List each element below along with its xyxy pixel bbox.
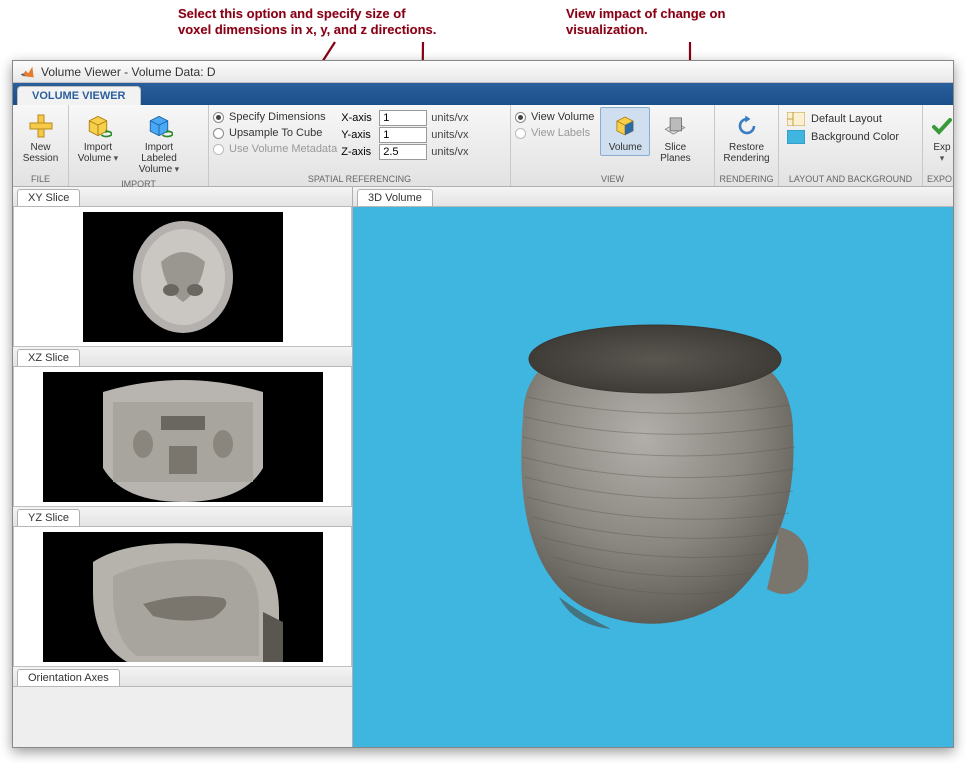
radio-label-view-labels: View Labels <box>531 127 590 139</box>
slice-planes-button[interactable]: Slice Planes <box>650 107 700 167</box>
background-color-label: Background Color <box>811 131 899 143</box>
import-labeled-label: Import Labeled Volume <box>126 142 192 175</box>
radio-view-volume[interactable]: View Volume <box>515 110 594 124</box>
ribbon-section-view: View Volume View Labels <box>511 105 715 186</box>
ribbon-section-rendering: Restore Rendering RENDERING <box>715 105 779 186</box>
section-label-rendering: RENDERING <box>719 173 774 185</box>
3d-volume-viewport[interactable] <box>353 207 953 747</box>
radio-label-specify-dims: Specify Dimensions <box>229 111 326 123</box>
new-session-label: New Session <box>23 142 59 164</box>
slice-planes-icon <box>659 110 691 142</box>
export-label: Exp <box>930 142 953 164</box>
check-icon <box>926 110 953 142</box>
annotation-specify-dims: Select this option and specify size of v… <box>178 6 518 39</box>
radio-dot-icon <box>515 128 526 139</box>
3d-head-volume <box>463 297 843 657</box>
cube-import-icon <box>82 110 114 142</box>
cube-labeled-icon <box>143 110 175 142</box>
xaxis-input[interactable] <box>379 110 427 126</box>
radio-label-metadata: Use Volume Metadata <box>229 143 337 155</box>
tab-xy-slice[interactable]: XY Slice <box>17 189 80 206</box>
xz-slice-image <box>43 372 323 502</box>
radio-label-view-volume: View Volume <box>531 111 594 123</box>
app-window: Volume Viewer - Volume Data: D VOLUME VI… <box>12 60 954 748</box>
ribbon-section-import: Import Volume Import Labeled Volume IMPO… <box>69 105 209 186</box>
radio-dot-icon <box>213 128 224 139</box>
ribbon-tab-bar: VOLUME VIEWER <box>13 83 953 105</box>
radio-dot-selected-icon <box>515 112 526 123</box>
volume-button[interactable]: Volume <box>600 107 650 156</box>
panel-yz-slice: YZ Slice <box>13 507 352 667</box>
panel-orientation-axes: Orientation Axes <box>13 667 352 687</box>
ribbon-section-spatial: Specify Dimensions Upsample To Cube Use … <box>209 105 511 186</box>
volume-button-label: Volume <box>609 142 642 153</box>
ribbon-section-export: Exp EXPO <box>923 105 953 186</box>
zaxis-unit: units/vx <box>431 146 468 158</box>
new-session-button[interactable]: New Session <box>17 107 64 167</box>
xy-slice-image <box>83 212 283 342</box>
import-volume-button[interactable]: Import Volume <box>73 107 123 178</box>
ribbon: New Session FILE Import Volu <box>13 105 953 187</box>
default-layout-button[interactable]: Default Layout <box>783 111 918 127</box>
volume-cube-icon <box>609 110 641 142</box>
section-label-view: VIEW <box>515 173 710 185</box>
section-label-import: IMPORT <box>73 178 204 189</box>
section-label-export: EXPO <box>927 173 949 185</box>
section-label-spatial: SPATIAL REFERENCING <box>213 173 506 185</box>
ribbon-section-file: New Session FILE <box>13 105 69 186</box>
panel-xz-slice: XZ Slice <box>13 347 352 507</box>
window-title: Volume Viewer - Volume Data: D <box>41 65 216 79</box>
radio-view-labels[interactable]: View Labels <box>515 126 594 140</box>
yaxis-unit: units/vx <box>431 129 468 141</box>
right-pane: 3D Volume <box>353 187 953 747</box>
left-pane: XY Slice XZ Slice <box>13 187 353 747</box>
radio-upsample-cube[interactable]: Upsample To Cube <box>213 126 337 140</box>
annotation-view-impact: View impact of change on visualization. <box>566 6 826 39</box>
layout-grid-icon <box>787 112 805 126</box>
radio-dot-icon <box>213 144 224 155</box>
restore-rendering-label: Restore Rendering <box>723 142 769 164</box>
yz-slice-image <box>43 532 323 662</box>
zaxis-input[interactable] <box>379 144 427 160</box>
import-volume-label: Import Volume <box>78 142 118 164</box>
plus-icon <box>25 110 57 142</box>
tab-volume-viewer[interactable]: VOLUME VIEWER <box>17 86 141 105</box>
radio-dot-selected-icon <box>213 112 224 123</box>
ribbon-section-layout: Default Layout Background Color LAYOUT A… <box>779 105 923 186</box>
default-layout-label: Default Layout <box>811 113 882 125</box>
radio-use-metadata[interactable]: Use Volume Metadata <box>213 142 337 156</box>
radio-specify-dimensions[interactable]: Specify Dimensions <box>213 110 337 124</box>
restore-rendering-button[interactable]: Restore Rendering <box>719 107 774 167</box>
background-color-swatch-icon <box>787 130 805 144</box>
slice-planes-label: Slice Planes <box>660 142 691 164</box>
radio-label-upsample: Upsample To Cube <box>229 127 322 139</box>
tab-3d-volume[interactable]: 3D Volume <box>357 189 433 206</box>
section-label-file: FILE <box>17 173 64 185</box>
tab-yz-slice[interactable]: YZ Slice <box>17 509 80 526</box>
xaxis-label: X-axis <box>341 112 375 124</box>
xaxis-unit: units/vx <box>431 112 468 124</box>
yaxis-label: Y-axis <box>341 129 375 141</box>
matlab-logo-icon <box>19 64 35 80</box>
zaxis-label: Z-axis <box>341 146 375 158</box>
section-label-layout: LAYOUT AND BACKGROUND <box>783 173 918 185</box>
tab-xz-slice[interactable]: XZ Slice <box>17 349 80 366</box>
titlebar: Volume Viewer - Volume Data: D <box>13 61 953 83</box>
tab-orientation-axes[interactable]: Orientation Axes <box>17 669 120 686</box>
restore-arrow-icon <box>731 110 763 142</box>
yaxis-input[interactable] <box>379 127 427 143</box>
background-color-button[interactable]: Background Color <box>783 129 918 145</box>
export-button[interactable]: Exp <box>927 107 953 167</box>
import-labeled-volume-button[interactable]: Import Labeled Volume <box>123 107 195 178</box>
panel-xy-slice: XY Slice <box>13 187 352 347</box>
